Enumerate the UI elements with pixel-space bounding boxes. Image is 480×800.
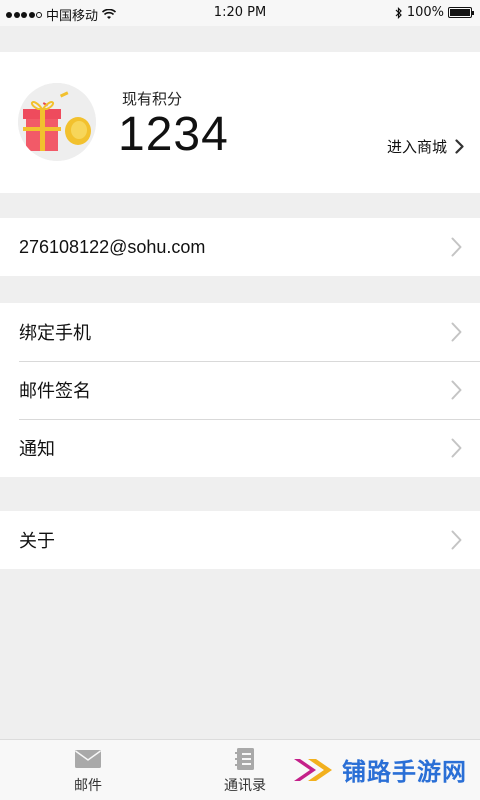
- envelope-icon: [73, 747, 103, 771]
- notification-label: 通知: [19, 439, 55, 459]
- tab-contacts-label: 通讯录: [224, 777, 266, 794]
- chevron-right-icon: [451, 322, 462, 342]
- account-section: 276108122@sohu.com: [0, 218, 480, 276]
- mail-signature-row[interactable]: 邮件签名: [0, 361, 480, 419]
- bind-phone-label: 绑定手机: [19, 323, 91, 343]
- tab-mail-label: 邮件: [74, 777, 102, 794]
- battery-fill: [450, 9, 470, 16]
- about-row[interactable]: 关于: [0, 511, 480, 569]
- chevron-right-icon: [451, 237, 462, 257]
- points-label: 现有积分: [122, 90, 183, 108]
- battery-icon: [448, 7, 474, 18]
- settings-section: 绑定手机 邮件签名 通知: [0, 303, 480, 477]
- tab-mail[interactable]: 邮件: [48, 740, 128, 800]
- points-card: 现有积分 1234 进入商城: [0, 52, 480, 193]
- watermark-logo: 铺路手游网: [292, 752, 467, 787]
- enter-mall-label: 进入商城: [386, 138, 447, 156]
- status-right: 100%: [395, 5, 474, 20]
- mail-signature-label: 邮件签名: [19, 381, 91, 401]
- address-book-icon: [230, 747, 260, 771]
- chevron-right-icon: [451, 530, 462, 550]
- bind-phone-row[interactable]: 绑定手机: [0, 303, 480, 361]
- account-email: 276108122@sohu.com: [19, 236, 206, 257]
- chevron-right-icon: [455, 139, 464, 154]
- chevron-right-icon: [451, 380, 462, 400]
- battery-percent: 100%: [406, 5, 444, 20]
- enter-mall-link[interactable]: 进入商城: [387, 136, 464, 157]
- about-section: 关于: [0, 511, 480, 569]
- points-value: 1234: [118, 108, 229, 161]
- bluetooth-icon: [395, 6, 402, 19]
- status-bar: 中国移动 1:20 PM 100%: [0, 0, 480, 26]
- watermark-text: 铺路手游网: [342, 758, 467, 786]
- gift-box-icon: [18, 83, 96, 161]
- notification-row[interactable]: 通知: [0, 419, 480, 477]
- account-email-row[interactable]: 276108122@sohu.com: [0, 218, 480, 276]
- chevron-right-icon: [451, 438, 462, 458]
- about-label: 关于: [19, 531, 55, 551]
- tab-contacts[interactable]: 通讯录: [205, 740, 285, 800]
- watermark-arrow-icon: [294, 758, 332, 781]
